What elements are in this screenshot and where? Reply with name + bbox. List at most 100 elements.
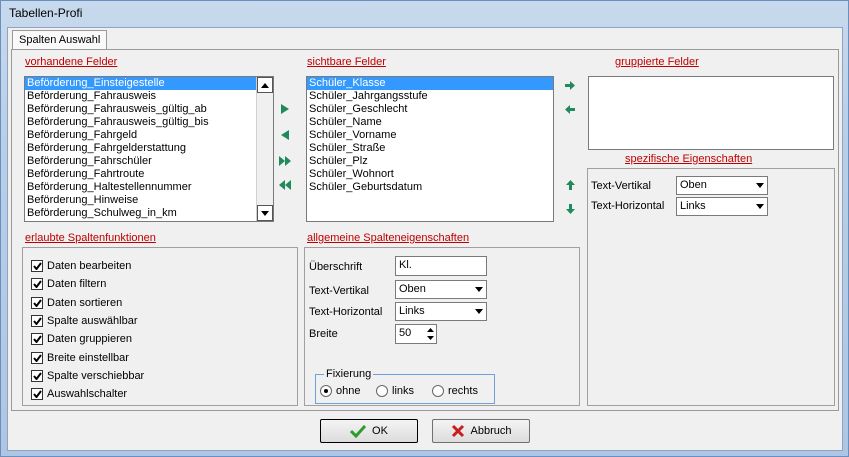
move-down-button[interactable]	[563, 202, 577, 216]
allg-text-horizontal-select[interactable]: Links	[395, 302, 487, 321]
list-item[interactable]: Schüler_Klasse	[307, 77, 553, 90]
checkbox-row[interactable]: Daten filtern	[31, 277, 106, 291]
checkbox-row[interactable]: Daten gruppieren	[31, 332, 132, 346]
radio-selected-icon	[320, 385, 332, 397]
arrow-left-icon	[281, 130, 289, 140]
list-item[interactable]: Beförderung_Einsteigestelle	[25, 77, 273, 90]
checkbox-checked-icon[interactable]	[31, 296, 43, 309]
arrow-right-icon	[281, 104, 289, 114]
group-remove-button[interactable]	[563, 102, 577, 116]
list-item[interactable]: Beförderung_Fahrtroute	[25, 168, 273, 181]
radio-rechts[interactable]: rechts	[432, 385, 478, 397]
checkbox-row[interactable]: Spalte verschiebbar	[31, 369, 144, 383]
vorhandene-felder-label: vorhandene Felder	[25, 56, 118, 68]
move-right-button[interactable]	[278, 102, 292, 116]
list-item[interactable]: Beförderung_Fahrausweis	[25, 90, 273, 103]
spez-text-vertikal-value: Oben	[680, 179, 707, 191]
checkbox-label: Daten bearbeiten	[47, 260, 132, 272]
ueberschrift-input[interactable]: Kl.	[395, 256, 487, 276]
checkbox-row[interactable]: Daten bearbeiten	[31, 259, 131, 273]
spez-text-vertikal-select[interactable]: Oben	[676, 176, 768, 195]
list-item[interactable]: Beförderung_Fahrausweis_gültig_bis	[25, 116, 273, 129]
list-item[interactable]: Schüler_Straße	[307, 142, 553, 155]
abbruch-label: Abbruch	[470, 425, 512, 437]
scroll-up-button[interactable]	[257, 77, 273, 93]
radio-empty-icon	[376, 385, 388, 397]
allg-text-vertikal-select[interactable]: Oben	[395, 280, 487, 299]
checkbox-label: Daten filtern	[47, 278, 107, 291]
allg-text-vertikal-label: Text-Vertikal	[309, 285, 369, 297]
list-item[interactable]: Schüler_Geschlecht	[307, 103, 553, 116]
list-item[interactable]: Schüler_Wohnort	[307, 168, 553, 181]
checkmark-icon	[350, 424, 367, 438]
vorhandene-scrollbar[interactable]	[256, 77, 273, 221]
checkbox-checked-icon[interactable]	[31, 388, 43, 401]
chevron-down-icon	[475, 309, 483, 314]
ok-button[interactable]: OK	[320, 419, 418, 443]
checkbox-checked-icon[interactable]	[31, 278, 43, 291]
arrow-right-icon	[565, 80, 575, 90]
breite-label: Breite	[309, 328, 338, 340]
list-item[interactable]: Schüler_Vorname	[307, 129, 553, 142]
checkbox-checked-icon[interactable]	[31, 333, 43, 346]
list-item[interactable]: Beförderung_Haltestellennummer	[25, 181, 273, 194]
radio-rechts-label: rechts	[448, 385, 478, 397]
triangle-down-icon	[261, 210, 269, 216]
dialog-client: Spalten Auswahl vorhandene Felder Beförd…	[7, 27, 843, 451]
list-item[interactable]: Beförderung_Schulweg_in_km	[25, 207, 273, 220]
chevron-down-icon	[475, 287, 483, 292]
checkbox-label: Breite einstellbar	[47, 351, 129, 364]
breite-spinner[interactable]: 50	[395, 324, 437, 344]
radio-ohne[interactable]: ohne	[320, 385, 360, 397]
move-left-button[interactable]	[278, 128, 292, 142]
title-bar: Tabellen-Profi	[1, 1, 848, 27]
tab-spalten-auswahl[interactable]: Spalten Auswahl	[12, 30, 108, 50]
list-item[interactable]: Beförderung_Hinweise	[25, 194, 273, 207]
list-item[interactable]: Schüler_Jahrgangsstufe	[307, 90, 553, 103]
move-all-right-button[interactable]	[278, 154, 292, 168]
spez-text-horizontal-label: Text-Horizontal	[591, 200, 665, 212]
fixierung-fieldset: Fixierung ohne links rechts	[315, 368, 495, 404]
list-item[interactable]: Beförderung_Fahrschüler	[25, 155, 273, 168]
checkbox-checked-icon[interactable]	[31, 369, 43, 382]
breite-value: 50	[399, 327, 412, 339]
abbruch-button[interactable]: Abbruch	[432, 419, 530, 443]
checkbox-row[interactable]: Spalte auswählbar	[31, 314, 138, 328]
allg-text-vertikal-value: Oben	[399, 283, 426, 295]
vorhandene-felder-list[interactable]: Beförderung_Einsteigestelle Beförderung_F…	[24, 76, 274, 222]
checkbox-label: Daten sortieren	[47, 296, 123, 309]
checkbox-label: Spalte verschiebbar	[47, 369, 145, 382]
list-item[interactable]: Beförderung_Fahrgelderstattung	[25, 142, 273, 155]
list-item[interactable]: Schüler_Geburtsdatum	[307, 181, 553, 194]
move-up-button[interactable]	[563, 178, 577, 192]
list-item[interactable]: Schüler_Plz	[307, 155, 553, 168]
dialog-window: Tabellen-Profi Spalten Auswahl vorhanden…	[0, 0, 849, 457]
list-item[interactable]: Beförderung_Fahrgeld	[25, 129, 273, 142]
window-title: Tabellen-Profi	[9, 6, 83, 20]
double-arrow-left-icon	[279, 180, 291, 190]
radio-ohne-label: ohne	[336, 385, 361, 397]
list-item[interactable]: Beförderung_Fahrausweis_gültig_ab	[25, 103, 273, 116]
checkbox-checked-icon[interactable]	[31, 260, 43, 272]
arrow-down-icon	[565, 204, 575, 214]
move-all-left-button[interactable]	[278, 178, 292, 192]
checkbox-row[interactable]: Breite einstellbar	[31, 351, 129, 365]
spez-text-horizontal-select[interactable]: Links	[676, 197, 768, 216]
group-add-button[interactable]	[563, 78, 577, 92]
scroll-down-button[interactable]	[257, 205, 273, 221]
spezifische-eigenschaften-group: Text-Vertikal Oben Text-Horizontal Links	[587, 168, 835, 406]
checkbox-row[interactable]: Auswahlschalter	[31, 387, 127, 401]
checkbox-label: Daten gruppieren	[47, 333, 133, 346]
tab-panel: vorhandene Felder Beförderung_Einsteiges…	[11, 49, 839, 411]
list-item[interactable]: Schüler_Name	[307, 116, 553, 129]
fixierung-legend: Fixierung	[324, 368, 374, 380]
chevron-down-icon	[756, 204, 764, 209]
spinner-arrows-icon	[427, 328, 434, 340]
checkbox-row[interactable]: Daten sortieren	[31, 296, 122, 310]
gruppierte-felder-list[interactable]	[588, 76, 834, 150]
checkbox-checked-icon[interactable]	[31, 314, 43, 327]
chevron-down-icon	[756, 183, 764, 188]
checkbox-checked-icon[interactable]	[31, 351, 43, 364]
radio-links[interactable]: links	[376, 385, 414, 397]
sichtbare-felder-list[interactable]: Schüler_Klasse Schüler_Jahrgangsstufe Schü…	[306, 76, 554, 222]
